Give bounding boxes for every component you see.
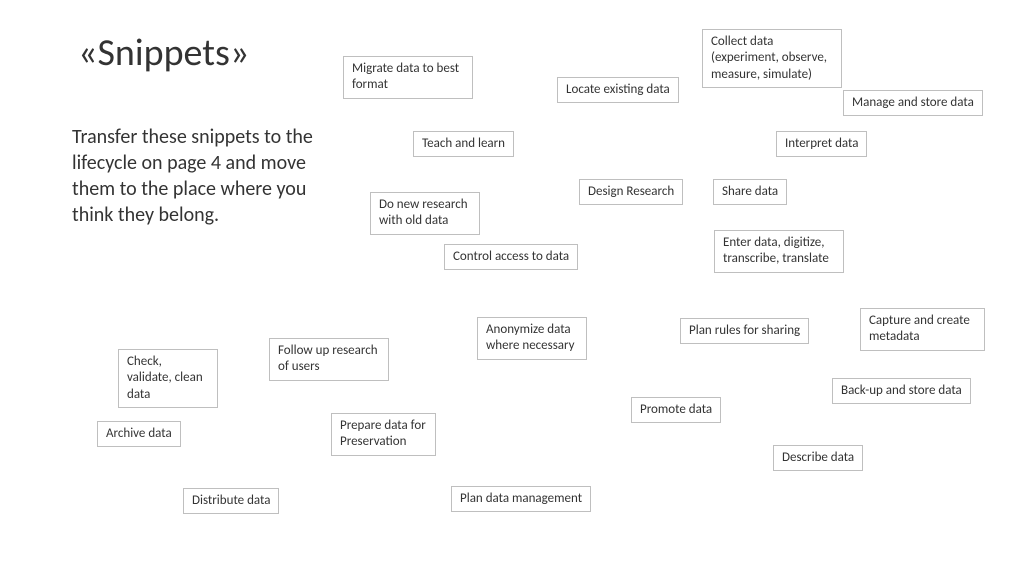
snippet-followup[interactable]: Follow up research of users [269, 338, 389, 381]
snippet-newresearch[interactable]: Do new research with old data [370, 192, 480, 235]
snippet-archive[interactable]: Archive data [97, 421, 181, 447]
snippet-control[interactable]: Control access to data [444, 244, 578, 270]
snippet-promote[interactable]: Promote data [631, 397, 721, 423]
snippet-distribute[interactable]: Distribute data [183, 488, 279, 514]
snippet-prepare[interactable]: Prepare data for Preservation [331, 413, 436, 456]
snippet-manage[interactable]: Manage and store data [843, 90, 983, 116]
snippet-enter[interactable]: Enter data, digitize, transcribe, transl… [714, 230, 844, 273]
snippet-describe[interactable]: Describe data [773, 445, 863, 471]
snippet-capture[interactable]: Capture and create metadata [860, 308, 985, 351]
page-title: «Snippets» [78, 30, 249, 76]
snippet-design[interactable]: Design Research [579, 179, 683, 205]
snippet-check[interactable]: Check, validate, clean data [118, 349, 218, 408]
instructions-text: Transfer these snippets to the lifecycle… [72, 124, 332, 228]
snippet-locate[interactable]: Locate existing data [557, 77, 679, 103]
snippet-anonymize[interactable]: Anonymize data where necessary [477, 317, 587, 360]
snippet-interpret[interactable]: Interpret data [776, 131, 867, 157]
snippet-share[interactable]: Share data [713, 179, 787, 205]
snippet-teach[interactable]: Teach and learn [413, 131, 514, 157]
snippet-planmgmt[interactable]: Plan data management [451, 486, 591, 512]
snippet-planrules[interactable]: Plan rules for sharing [680, 318, 809, 344]
snippet-backup[interactable]: Back-up and store data [832, 378, 971, 404]
snippet-collect[interactable]: Collect data (experiment, observe, measu… [702, 29, 842, 88]
snippet-migrate[interactable]: Migrate data to best format [343, 56, 473, 99]
